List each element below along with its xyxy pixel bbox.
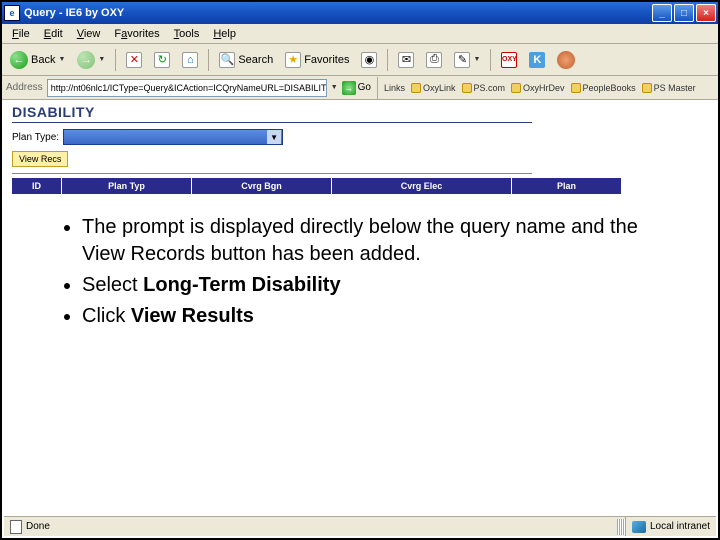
link-icon: [642, 83, 652, 93]
zone-text: Local intranet: [650, 521, 710, 532]
link-peoplebooks[interactable]: PeopleBooks: [571, 83, 636, 93]
home-icon: ⌂: [182, 52, 198, 68]
forward-button[interactable]: → ▼: [73, 48, 109, 72]
back-label: Back: [31, 54, 55, 66]
forward-dropdown-icon[interactable]: ▼: [98, 56, 105, 63]
status-text: Done: [26, 521, 50, 532]
col-cvrg-elec: Cvrg Elec: [332, 178, 512, 194]
query-title: DISABILITY: [4, 100, 716, 120]
link-icon: [511, 83, 521, 93]
favorites-label: Favorites: [304, 54, 349, 66]
oxy-icon-3[interactable]: [553, 48, 579, 72]
people-icon: [557, 51, 575, 69]
minimize-button[interactable]: _: [652, 4, 672, 22]
address-bar: Address http://nt06nlc1/ICType=Query&ICA…: [2, 76, 718, 100]
star-icon: ★: [285, 52, 301, 68]
go-button[interactable]: → Go: [342, 81, 371, 95]
instruction-bullet-1: The prompt is displayed directly below t…: [82, 214, 666, 268]
stop-icon: ✕: [126, 52, 142, 68]
window-titlebar: e Query - IE6 by OXY _ □ ×: [2, 2, 718, 24]
link-psmaster[interactable]: PS Master: [642, 83, 696, 93]
link-icon: [462, 83, 472, 93]
go-label: Go: [358, 82, 371, 93]
maximize-button[interactable]: □: [674, 4, 694, 22]
page-content: DISABILITY Plan Type: ▼ View Recs ID Pla…: [4, 100, 716, 516]
status-bar: Done Local intranet: [4, 516, 716, 536]
col-plan: Plan: [512, 178, 622, 194]
mail-button[interactable]: ✉: [394, 48, 418, 72]
address-label: Address: [6, 82, 43, 93]
media-icon: ◉: [361, 52, 377, 68]
window-title: Query - IE6 by OXY: [24, 7, 652, 19]
link-oxylink[interactable]: OxyLink: [411, 83, 456, 93]
ie-app-icon: e: [4, 5, 20, 21]
close-button[interactable]: ×: [696, 4, 716, 22]
address-dropdown-icon[interactable]: ▼: [331, 84, 338, 91]
back-dropdown-icon[interactable]: ▼: [58, 56, 65, 63]
search-icon: 🔍: [219, 52, 235, 68]
refresh-icon: ↻: [154, 52, 170, 68]
menu-file[interactable]: File: [6, 26, 36, 42]
link-oxyhrdev[interactable]: OxyHrDev: [511, 83, 565, 93]
print-icon: ⎙: [426, 52, 442, 68]
instruction-bullet-3: Click View Results: [82, 303, 666, 330]
section-divider: [12, 173, 532, 174]
address-input[interactable]: http://nt06nlc1/ICType=Query&ICAction=IC…: [47, 79, 327, 97]
links-label: Links: [384, 83, 405, 93]
stop-button[interactable]: ✕: [122, 48, 146, 72]
search-button[interactable]: 🔍 Search: [215, 48, 277, 72]
col-id: ID: [12, 178, 62, 194]
results-header-row: ID Plan Typ Cvrg Bgn Cvrg Elec Plan: [12, 178, 622, 194]
link-icon: [571, 83, 581, 93]
view-records-button[interactable]: View Recs: [12, 151, 68, 167]
go-arrow-icon: →: [342, 81, 356, 95]
edit-button[interactable]: ✎▼: [450, 48, 484, 72]
plan-type-select[interactable]: ▼: [63, 129, 283, 145]
k-icon: K: [529, 52, 545, 68]
link-icon: [411, 83, 421, 93]
back-button[interactable]: ← Back ▼: [6, 48, 69, 72]
toolbar: ← Back ▼ → ▼ ✕ ↻ ⌂ 🔍 Search ★ Favorites …: [2, 44, 718, 76]
prompt-label: Plan Type:: [12, 132, 59, 143]
edit-icon: ✎: [454, 52, 470, 68]
menu-edit[interactable]: Edit: [38, 26, 69, 42]
menu-favorites[interactable]: Favorites: [108, 26, 165, 42]
col-cvrg-bgn: Cvrg Bgn: [192, 178, 332, 194]
home-button[interactable]: ⌂: [178, 48, 202, 72]
oxy-logo-icon: OXY: [501, 52, 517, 68]
forward-arrow-icon: →: [77, 51, 95, 69]
oxy-icon-1[interactable]: OXY: [497, 48, 521, 72]
intranet-zone-icon: [632, 521, 646, 533]
mail-icon: ✉: [398, 52, 414, 68]
favorites-button[interactable]: ★ Favorites: [281, 48, 353, 72]
search-label: Search: [238, 54, 273, 66]
menubar: File Edit View Favorites Tools Help: [2, 24, 718, 44]
instruction-bullet-2: Select Long-Term Disability: [82, 272, 666, 299]
select-arrow-icon: ▼: [267, 130, 281, 144]
menu-help[interactable]: Help: [207, 26, 242, 42]
link-pscom[interactable]: PS.com: [462, 83, 506, 93]
oxy-icon-2[interactable]: K: [525, 48, 549, 72]
menu-tools[interactable]: Tools: [168, 26, 206, 42]
document-icon: [10, 520, 22, 534]
print-button[interactable]: ⎙: [422, 48, 446, 72]
menu-view[interactable]: View: [71, 26, 107, 42]
back-arrow-icon: ←: [10, 51, 28, 69]
refresh-button[interactable]: ↻: [150, 48, 174, 72]
col-plan-typ: Plan Typ: [62, 178, 192, 194]
instruction-text: The prompt is displayed directly below t…: [4, 194, 716, 330]
title-divider: [12, 122, 532, 123]
media-button[interactable]: ◉: [357, 48, 381, 72]
